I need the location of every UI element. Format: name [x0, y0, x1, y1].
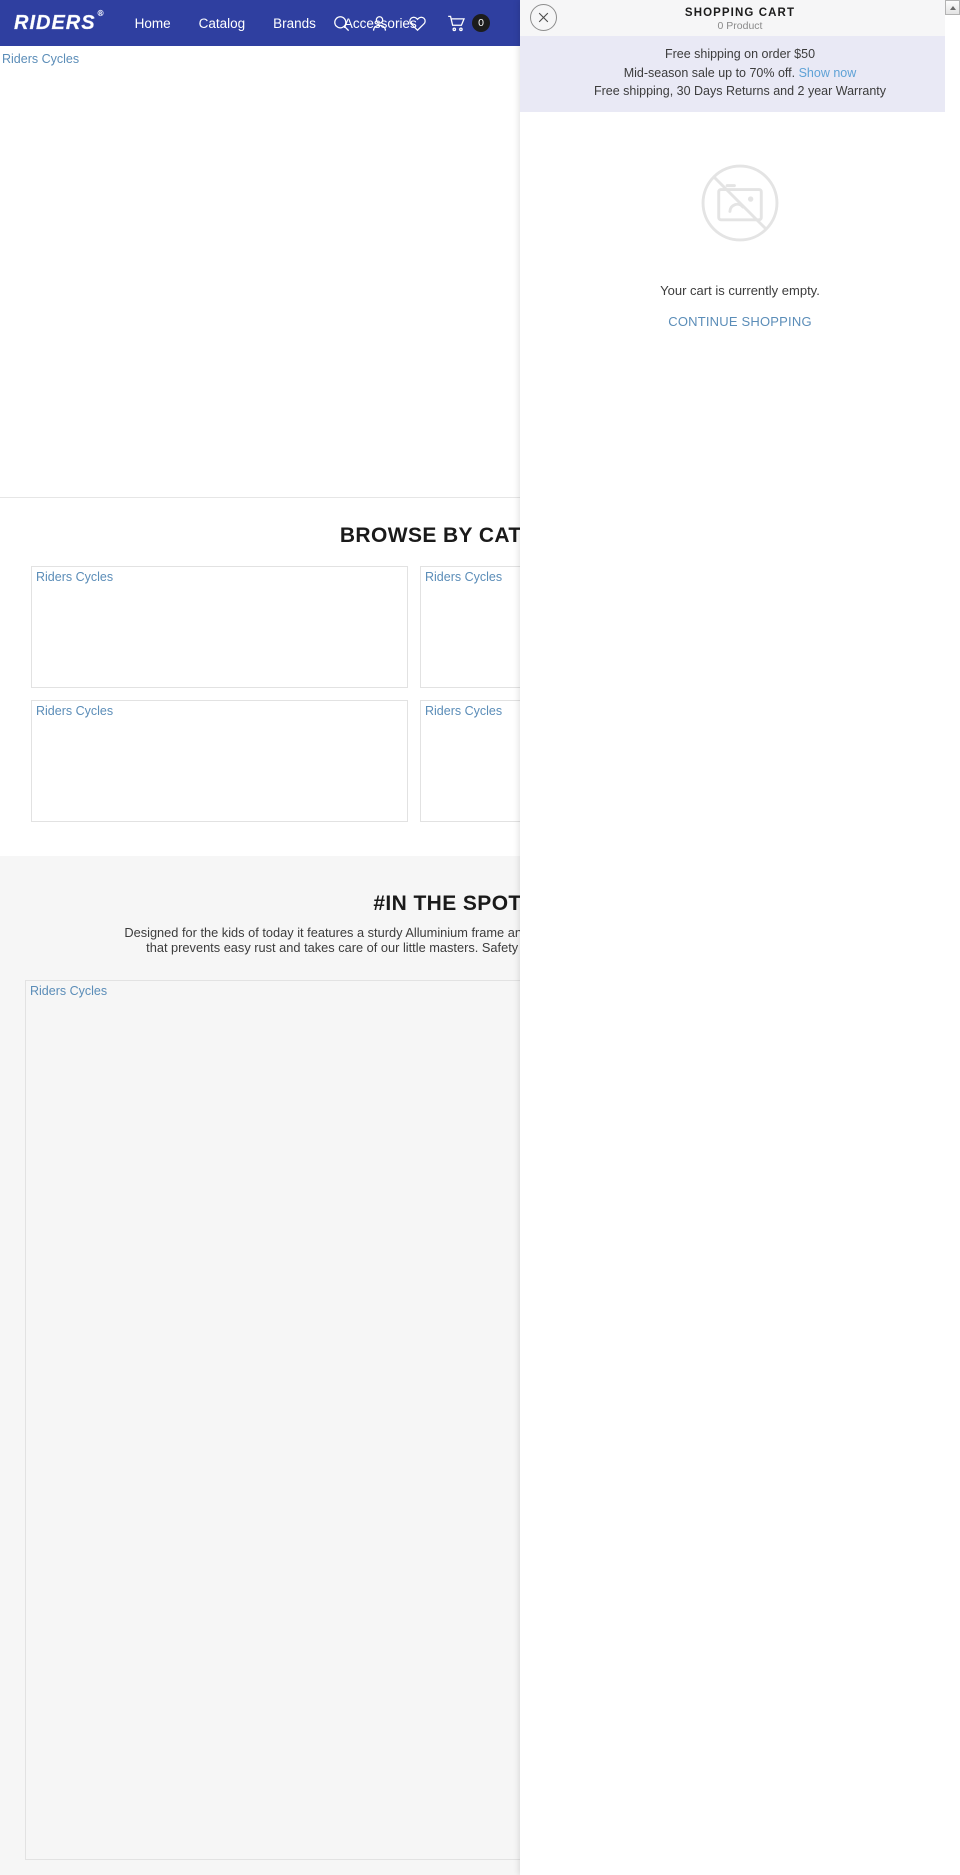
scroll-up-arrow-icon[interactable]	[945, 0, 960, 15]
cart-button[interactable]: 0	[446, 14, 490, 33]
cart-promo-banner: Free shipping on order $50 Mid-season sa…	[520, 36, 960, 112]
promo-sale-text: Mid-season sale up to 70% off.	[623, 65, 796, 80]
category-image-alt: Riders Cycles	[36, 704, 114, 718]
cart-empty-state: Your cart is currently empty. CONTINUE S…	[520, 112, 960, 331]
heart-icon[interactable]	[408, 14, 427, 33]
registered-mark: ®	[97, 9, 105, 18]
promo-line-free-shipping: Free shipping on order $50	[664, 47, 816, 61]
header-icon-group: 0	[332, 0, 490, 46]
category-image-alt: Riders Cycles	[36, 570, 114, 584]
category-card[interactable]: Riders Cycles	[31, 566, 408, 688]
search-icon[interactable]	[332, 14, 351, 33]
nav-item-home[interactable]: Home	[121, 16, 185, 31]
cart-empty-message: Your cart is currently empty.	[660, 282, 820, 298]
cart-icon[interactable]	[446, 14, 465, 33]
hero-banner[interactable]: Riders Cycles	[0, 46, 520, 498]
site-logo[interactable]: RIDERS ®	[14, 9, 105, 34]
no-image-placeholder-icon	[684, 147, 796, 259]
promo-line-returns: Free shipping, 30 Days Returns and 2 yea…	[593, 84, 887, 99]
page-scrollbar[interactable]	[945, 0, 960, 1875]
promo-line-sale: Mid-season sale up to 70% off. Show now	[544, 64, 936, 83]
cart-count-badge: 0	[472, 14, 490, 32]
cart-drawer-title: SHOPPING CART	[684, 6, 796, 19]
cart-drawer-header: SHOPPING CART 0 Product	[520, 0, 960, 36]
nav-item-brands[interactable]: Brands	[259, 16, 330, 31]
page-root: RIDERS ® Home Catalog Brands Accessories	[0, 0, 960, 1875]
hero-image-alt: Riders Cycles	[2, 52, 80, 66]
logo-text: RIDERS	[14, 12, 96, 34]
continue-shopping-link[interactable]: CONTINUE SHOPPING	[668, 314, 812, 329]
user-icon[interactable]	[370, 14, 389, 33]
category-card[interactable]: Riders Cycles	[31, 700, 408, 822]
shopping-cart-drawer: SHOPPING CART 0 Product Free shipping on…	[520, 0, 960, 1875]
cart-product-count: 0 Product	[717, 19, 763, 32]
nav-item-catalog[interactable]: Catalog	[185, 16, 260, 31]
close-icon[interactable]	[530, 4, 557, 31]
show-now-link[interactable]: Show now	[799, 66, 857, 80]
